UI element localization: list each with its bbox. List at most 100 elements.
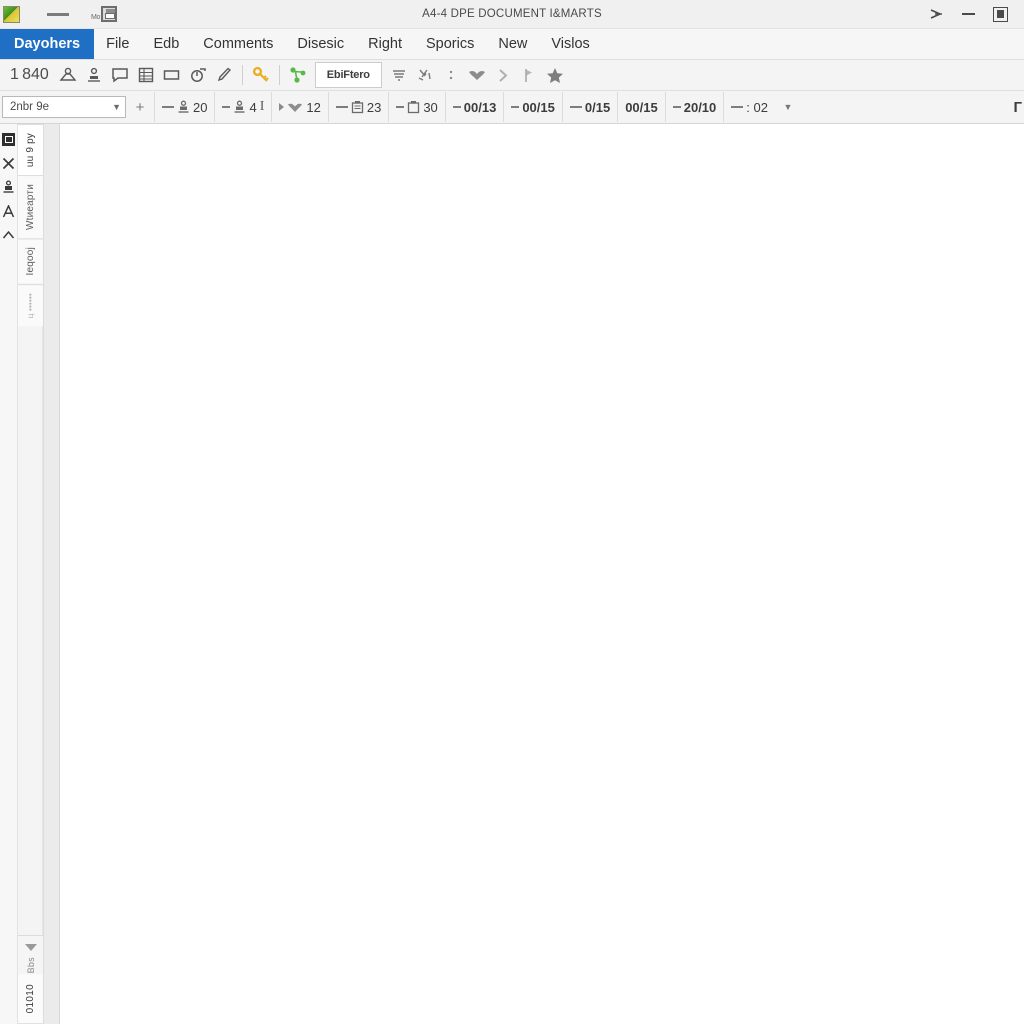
field-bird-12[interactable]: 12 xyxy=(271,92,327,122)
secondary-toolbar: 2nbr 9e ▼ + 20 4 I 12 23 30 00/13 00/15 … xyxy=(0,91,1024,124)
sidebar-collapse-control[interactable]: Bbs xyxy=(18,935,43,974)
page-thumbnail-icon[interactable] xyxy=(1,128,16,150)
menu-item-vislos[interactable]: Vislos xyxy=(539,29,601,59)
sidebar-tab-1[interactable]: Wtиeaрти xyxy=(18,175,43,239)
chevron-right-icon[interactable] xyxy=(490,63,516,87)
dash-icon[interactable] xyxy=(47,12,69,16)
field-ratio-0015-b[interactable]: 00/15 xyxy=(617,92,665,122)
add-button[interactable]: + xyxy=(126,94,154,120)
align-lines-icon[interactable] xyxy=(386,63,412,87)
field-value: 20 xyxy=(193,99,208,115)
menu-item-comments[interactable]: Comments xyxy=(191,29,285,59)
dash-icon xyxy=(222,106,231,108)
bird-icon[interactable] xyxy=(464,63,490,87)
dash-icon xyxy=(452,106,461,108)
tool-rail xyxy=(0,124,18,1024)
save-mini-label: Mo xyxy=(91,14,101,21)
star-icon[interactable] xyxy=(542,63,568,87)
dash-icon xyxy=(511,106,520,108)
dash-icon xyxy=(335,106,348,108)
minimize-button[interactable] xyxy=(952,1,984,27)
link-nodes-icon[interactable] xyxy=(285,63,311,87)
text-cursor-icon: I xyxy=(259,99,265,114)
field-value: 0/15 xyxy=(584,99,611,115)
menu-item-new[interactable]: New xyxy=(486,29,539,59)
sidebar-vertical-tabs: uu 9 ру Wtиeaрти Іeqooј ц •••••• Bbs 010… xyxy=(18,124,44,1024)
menu-item-edb[interactable]: Edb xyxy=(141,29,191,59)
key-icon[interactable] xyxy=(248,63,274,87)
ebiftero-button[interactable]: EbiFtero xyxy=(314,62,382,88)
clock-arrow-icon[interactable] xyxy=(185,63,211,87)
field-ratio-0015-a[interactable]: 00/15 xyxy=(503,92,562,122)
sidebar-tab-0[interactable]: uu 9 ру xyxy=(18,124,43,176)
toolbar-end-glyph: Г xyxy=(1013,98,1022,116)
clipboard-icon xyxy=(351,100,364,114)
chevron-down-icon[interactable]: ▼ xyxy=(775,102,801,112)
menu-item-file[interactable]: File xyxy=(94,29,141,59)
dash-icon xyxy=(396,106,405,108)
field-value: 12 xyxy=(306,99,321,115)
document-canvas[interactable] xyxy=(60,124,1024,1024)
app-logo-icon[interactable] xyxy=(3,5,20,23)
toolbar-separator xyxy=(241,65,243,85)
sidebar-footer-label: 01010 xyxy=(18,973,43,1024)
sidebar-empty-space xyxy=(18,325,43,936)
field-time-02[interactable]: : 02 xyxy=(723,92,775,122)
close-x-icon[interactable] xyxy=(1,152,16,174)
field-value: 30 xyxy=(423,99,438,115)
stamp-small-icon xyxy=(177,100,190,114)
caret-down-icon xyxy=(24,944,37,952)
speech-bubble-icon[interactable] xyxy=(107,63,133,87)
dash-icon xyxy=(731,106,744,108)
menu-item-disesic[interactable]: Disesic xyxy=(285,29,356,59)
rectangle-icon[interactable] xyxy=(159,63,185,87)
field-value: : 02 xyxy=(746,99,768,115)
pointer-icon[interactable] xyxy=(920,1,952,27)
caret-right-icon xyxy=(279,103,285,111)
stamp-small-icon xyxy=(233,100,246,114)
field-ratio-0013[interactable]: 00/13 xyxy=(444,92,504,122)
bird-small-icon xyxy=(287,101,303,114)
save-quick-access-button[interactable]: Mo xyxy=(91,6,118,22)
menu-item-right[interactable]: Right xyxy=(356,29,414,59)
field-stamp-4[interactable]: 4 I xyxy=(214,92,271,122)
field-clipboard-30[interactable]: 30 xyxy=(388,92,444,122)
primary-toolbar: 1 840 EbiFtero xyxy=(0,60,1024,91)
flag-icon[interactable] xyxy=(516,63,542,87)
menu-bar: Dayohers File Edb Comments Disesic Right… xyxy=(0,29,1024,60)
dash-icon xyxy=(672,106,681,108)
field-ratio-2010[interactable]: 20/10 xyxy=(664,92,724,122)
field-value: 20/10 xyxy=(683,99,717,115)
sidebar-bottom-label: Bbs xyxy=(25,957,36,974)
restore-button[interactable] xyxy=(984,1,1016,27)
dash-icon xyxy=(569,106,582,108)
stamp-icon[interactable] xyxy=(81,63,107,87)
field-value: 00/13 xyxy=(463,99,497,115)
table-grid-icon[interactable] xyxy=(133,63,159,87)
bowtie-person-icon[interactable] xyxy=(55,63,81,87)
menu-item-sporics[interactable]: Sporics xyxy=(414,29,486,59)
save-floppy-icon xyxy=(101,6,118,22)
text-a-icon[interactable] xyxy=(1,200,16,222)
field-clipboard-23[interactable]: 23 xyxy=(327,92,388,122)
style-combo-value: 2nbr 9e xyxy=(10,101,50,113)
stamp-tool-icon[interactable] xyxy=(1,176,16,198)
chevron-down-icon: ▼ xyxy=(112,101,121,112)
title-bar: Mo A4-4 DPE DOCUMENT I&MARTS xyxy=(0,0,1024,29)
pen-icon[interactable] xyxy=(211,63,237,87)
field-value: 00/15 xyxy=(625,99,658,115)
field-stamp-20[interactable]: 20 xyxy=(154,92,214,122)
toolbar-lead-number: 1 840 xyxy=(10,66,49,83)
window-controls xyxy=(920,1,1024,27)
workspace: uu 9 ру Wtиeaрти Іeqooј ц •••••• Bbs 010… xyxy=(0,124,1024,1024)
menu-item-dayohers[interactable]: Dayohers xyxy=(0,29,95,59)
dash-icon xyxy=(162,106,174,108)
sidebar-tab-3[interactable]: ц •••••• xyxy=(18,283,43,326)
field-value: 4 xyxy=(249,99,257,115)
chevron-up-icon[interactable] xyxy=(1,224,16,246)
clipboard-icon xyxy=(407,100,420,114)
scatter-icon[interactable] xyxy=(412,63,438,87)
style-combo-box[interactable]: 2nbr 9e ▼ xyxy=(2,96,126,118)
field-ratio-015[interactable]: 0/15 xyxy=(561,92,617,122)
sidebar-tab-2[interactable]: Іeqooј xyxy=(18,238,43,284)
